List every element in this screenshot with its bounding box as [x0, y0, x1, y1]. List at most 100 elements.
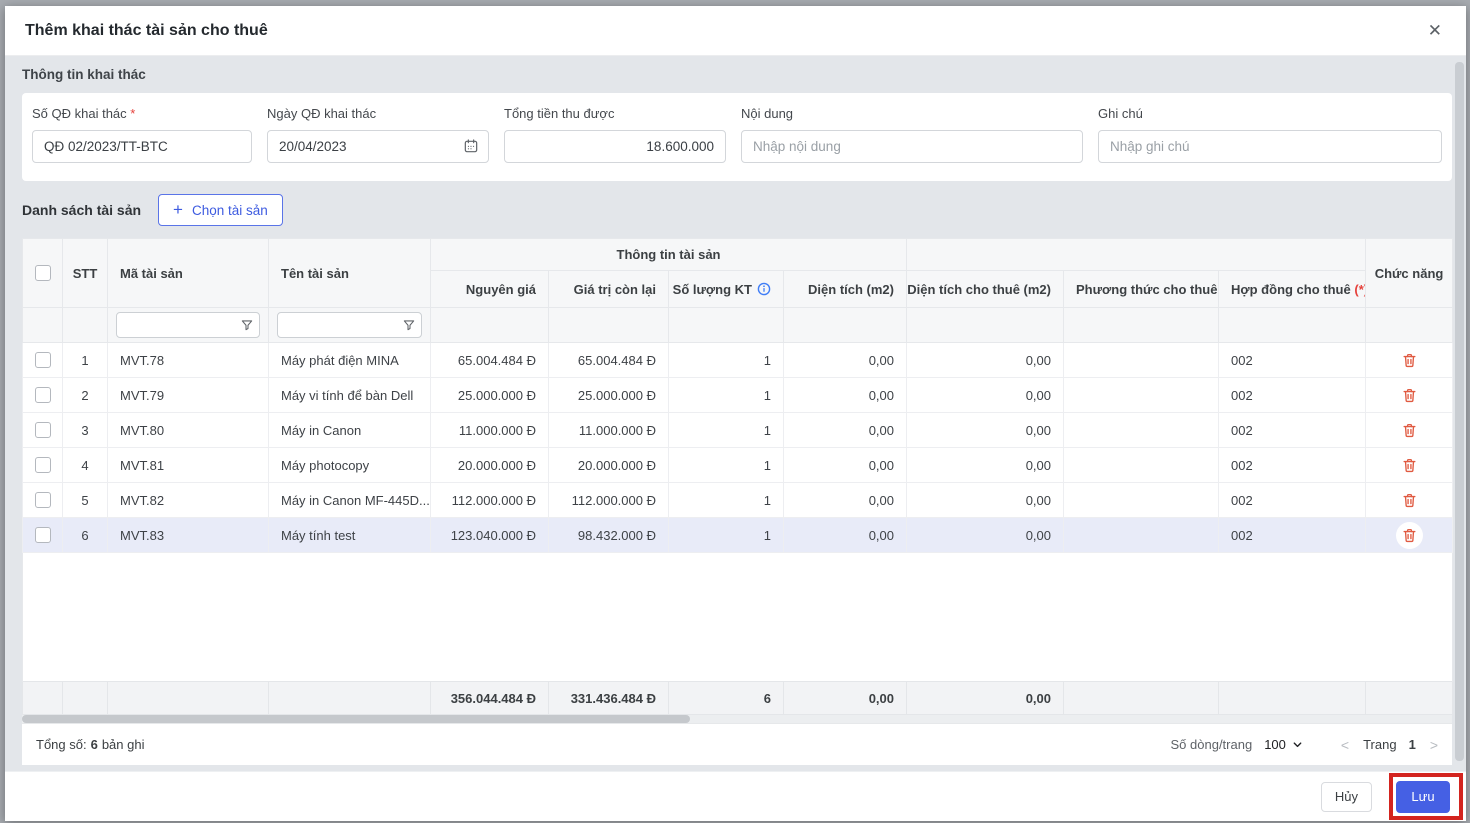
- row-checkbox[interactable]: [34, 387, 51, 404]
- cell-ma: MVT.78: [107, 342, 269, 378]
- cell-phuong_thuc: [1063, 342, 1219, 378]
- delete-row-button[interactable]: [1395, 521, 1423, 549]
- delete-row-button[interactable]: [1401, 352, 1418, 369]
- exploitation-info-form: Số QĐ khai thác * Ngày QĐ khai thác: [22, 93, 1452, 181]
- table-row[interactable]: 6 MVT.83 Máy tính test 123.040.000 Đ 98.432.…: [22, 517, 1454, 553]
- choose-asset-button[interactable]: + Chọn tài sản: [158, 194, 283, 226]
- cell-ten: Máy photocopy: [268, 447, 431, 483]
- content-label: Nội dung: [741, 106, 794, 121]
- table-row[interactable]: 4 MVT.81 Máy photocopy 20.000.000 Đ 20.000.0…: [22, 447, 1454, 483]
- row-checkbox[interactable]: [34, 492, 51, 509]
- info-icon[interactable]: [757, 282, 771, 296]
- total-amount-input[interactable]: [504, 130, 726, 163]
- col-header-remaining-value: Giá trị còn lại: [548, 270, 669, 308]
- col-header-rental-method: Phương thức cho thuê: [1063, 270, 1219, 308]
- cell-so_luong: 1: [668, 377, 784, 413]
- add-asset-exploitation-dialog: Thêm khai thác tài sản cho thuê ✕ Thông …: [5, 6, 1466, 821]
- cell-phuong_thuc: [1063, 482, 1219, 518]
- total-quantity: 6: [668, 681, 784, 715]
- delete-row-button[interactable]: [1401, 492, 1418, 509]
- page-size-select[interactable]: 100: [1264, 737, 1303, 752]
- cell-so_luong: 1: [668, 412, 784, 448]
- horizontal-scrollbar-thumb[interactable]: [22, 715, 690, 723]
- filter-icon[interactable]: [240, 318, 254, 332]
- table-row[interactable]: 5 MVT.82 Máy in Canon MF-445D... 112.000.00…: [22, 482, 1454, 518]
- cell-gia_tri: 20.000.000 Đ: [548, 447, 669, 483]
- row-checkbox[interactable]: [34, 352, 51, 369]
- cell-nguyen_gia: 112.000.000 Đ: [430, 482, 549, 518]
- page-label: Trang: [1363, 737, 1397, 752]
- chevron-down-icon: [1293, 742, 1302, 748]
- group-header-asset-info: Thông tin tài sản: [430, 238, 907, 271]
- cell-ten: Máy vi tính để bàn Dell: [268, 377, 431, 413]
- cancel-button[interactable]: Hủy: [1320, 781, 1372, 812]
- delete-row-button[interactable]: [1401, 422, 1418, 439]
- delete-row-button[interactable]: [1401, 387, 1418, 404]
- total-rental-area: 0,00: [906, 681, 1064, 715]
- cell-dt_cho_thue: 0,00: [906, 517, 1064, 553]
- trash-icon: [1403, 493, 1416, 507]
- total-amount-label: Tổng tiền thu được: [504, 106, 615, 121]
- cell-hop_dong: 002: [1217, 412, 1367, 448]
- pagination-bar: Tổng số: 6 bản ghi Số dòng/trang 100 < T…: [22, 723, 1452, 765]
- table-row[interactable]: 1 MVT.78 Máy phát điện MINA 65.004.484 Đ 65.…: [22, 342, 1454, 378]
- cell-ma: MVT.81: [107, 447, 269, 483]
- empty-table-space: [21, 552, 1454, 682]
- cell-ten: Máy phát điện MINA: [268, 342, 431, 378]
- dialog-footer: Hủy Lưu: [5, 771, 1466, 821]
- cell-ten: Máy in Canon: [268, 412, 431, 448]
- decision-date-input[interactable]: [267, 130, 489, 163]
- total-remaining-value: 331.436.484 Đ: [548, 681, 669, 715]
- cell-stt: 1: [62, 342, 108, 378]
- save-button[interactable]: Lưu: [1396, 780, 1450, 813]
- row-checkbox[interactable]: [34, 457, 51, 474]
- filter-icon[interactable]: [402, 318, 416, 332]
- content-input[interactable]: [741, 130, 1083, 163]
- cell-stt: 3: [62, 412, 108, 448]
- cell-hop_dong: 002: [1217, 377, 1367, 413]
- close-icon[interactable]: ✕: [1424, 18, 1446, 43]
- prev-page-button[interactable]: <: [1341, 737, 1349, 753]
- total-records: Tổng số: 6 bản ghi: [36, 737, 145, 752]
- row-checkbox[interactable]: [34, 527, 51, 544]
- cell-dien_tich: 0,00: [783, 412, 907, 448]
- asset-list-header: Danh sách tài sản + Chọn tài sản: [22, 194, 1452, 226]
- col-header-asset-code: Mã tài sản: [107, 238, 269, 308]
- cell-dt_cho_thue: 0,00: [906, 482, 1064, 518]
- dialog-body: Thông tin khai thác Số QĐ khai thác * Ng…: [5, 56, 1466, 771]
- cell-stt: 2: [62, 377, 108, 413]
- col-header-rental-contract: Hợp đồng cho thuê (*): [1217, 270, 1367, 308]
- exploitation-info-title: Thông tin khai thác: [22, 67, 146, 82]
- note-input[interactable]: [1098, 130, 1442, 163]
- select-all-checkbox[interactable]: [34, 265, 51, 282]
- cell-so_luong: 1: [668, 517, 784, 553]
- calendar-icon[interactable]: [463, 138, 479, 159]
- next-page-button[interactable]: >: [1430, 737, 1438, 753]
- table-row[interactable]: 2 MVT.79 Máy vi tính để bàn Dell 25.000.000…: [22, 377, 1454, 413]
- total-original-price: 356.044.484 Đ: [430, 681, 549, 715]
- decision-number-input[interactable]: [32, 130, 252, 163]
- cell-nguyen_gia: 25.000.000 Đ: [430, 377, 549, 413]
- table-row[interactable]: 3 MVT.80 Máy in Canon 11.000.000 Đ 11.000.00…: [22, 412, 1454, 448]
- cell-ma: MVT.83: [107, 517, 269, 553]
- total-amount-field: Tổng tiền thu được: [504, 106, 726, 181]
- totals-row: 356.044.484 Đ 331.436.484 Đ 6 0,00 0,00: [22, 681, 1454, 715]
- trash-icon: [1403, 388, 1416, 402]
- row-checkbox[interactable]: [34, 422, 51, 439]
- group-header-empty: [905, 238, 1367, 271]
- cell-gia_tri: 11.000.000 Đ: [548, 412, 669, 448]
- table-body: 1 MVT.78 Máy phát điện MINA 65.004.484 Đ 65.…: [22, 342, 1454, 553]
- horizontal-scrollbar[interactable]: [22, 715, 1452, 723]
- vertical-scrollbar[interactable]: [1455, 62, 1464, 761]
- decision-number-field: Số QĐ khai thác *: [32, 106, 252, 181]
- current-page-number: 1: [1408, 737, 1416, 752]
- cell-gia_tri: 25.000.000 Đ: [548, 377, 669, 413]
- asset-name-filter-input[interactable]: [277, 312, 422, 338]
- dialog-title: Thêm khai thác tài sản cho thuê: [25, 21, 268, 39]
- asset-code-filter-input[interactable]: [116, 312, 260, 338]
- cell-gia_tri: 98.432.000 Đ: [548, 517, 669, 553]
- asset-table: STT Mã tài sản Tên tài sản Thông tin tài…: [21, 238, 1454, 715]
- delete-row-button[interactable]: [1401, 457, 1418, 474]
- trash-icon: [1403, 528, 1416, 542]
- filter-row-body: [22, 307, 1454, 343]
